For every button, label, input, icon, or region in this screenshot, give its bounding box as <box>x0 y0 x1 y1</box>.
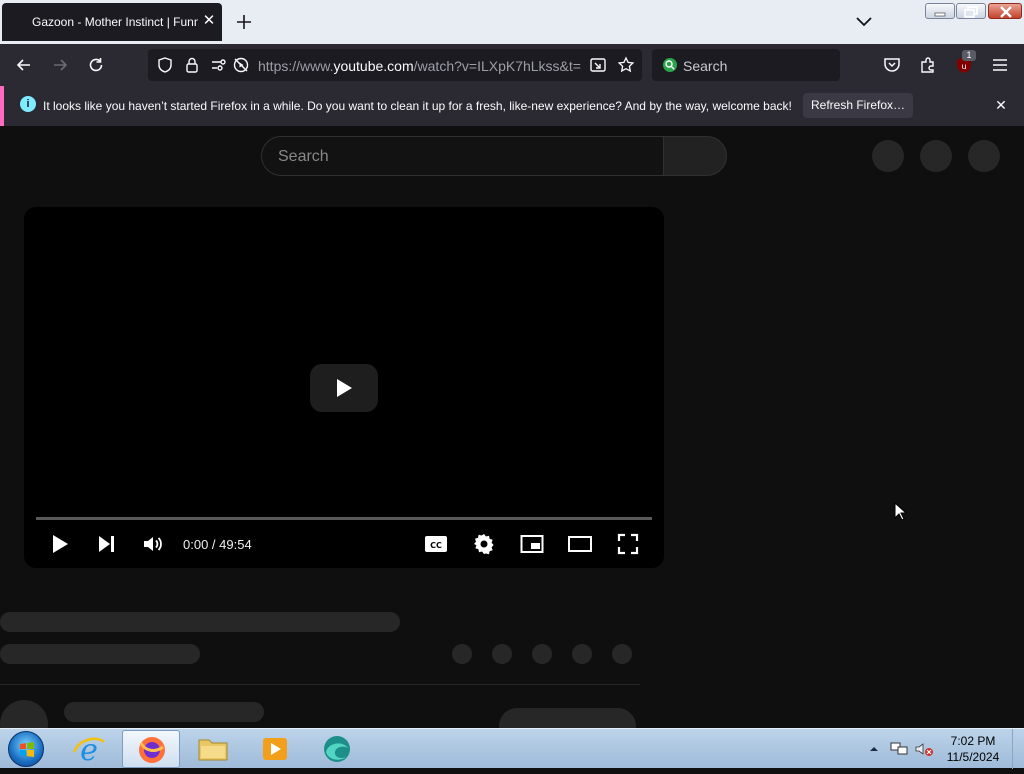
windows-taskbar: e 7:02 PM 11/5/2024 <box>0 728 1024 769</box>
bookmark-star-icon[interactable] <box>617 56 635 74</box>
browser-tab-strip: Gazoon - Mother Instinct | Funny Cartoon… <box>0 0 1024 44</box>
channel-name-skeleton <box>64 702 264 722</box>
shield-icon[interactable] <box>156 56 174 74</box>
navigation-toolbar: https://www.youtube.com/watch?v=ILXpK7hL… <box>0 44 1024 86</box>
window-close-button[interactable] <box>988 3 1022 19</box>
mouse-cursor-icon <box>894 502 906 521</box>
volume-muted-icon[interactable] <box>914 741 934 757</box>
taskbar-file-explorer[interactable] <box>184 730 242 768</box>
play-icon[interactable] <box>47 532 71 556</box>
system-clock[interactable]: 7:02 PM 11/5/2024 <box>940 733 1006 765</box>
lock-icon[interactable] <box>183 56 201 74</box>
address-bar[interactable]: https://www.youtube.com/watch?v=ILXpK7hL… <box>148 49 642 81</box>
show-hidden-icons-icon[interactable] <box>869 744 879 754</box>
search-placeholder: Search <box>683 58 728 74</box>
edge-browser-icon <box>324 736 350 762</box>
svg-text:CC: CC <box>430 541 442 550</box>
extension-badge-count: 1 <box>962 50 976 61</box>
taskbar-media-player[interactable] <box>246 730 304 768</box>
clock-time: 7:02 PM <box>950 734 996 748</box>
autoplay-blocked-icon[interactable] <box>232 56 250 74</box>
media-player-icon <box>263 738 287 760</box>
extensions-puzzle-icon[interactable] <box>918 55 938 75</box>
volume-icon[interactable] <box>141 532 165 556</box>
show-desktop-button[interactable] <box>1012 729 1024 769</box>
closed-captions-icon[interactable]: CC <box>424 532 448 556</box>
settings-gear-icon[interactable] <box>472 532 496 556</box>
action-skeleton <box>532 644 552 664</box>
subtitle-skeleton <box>0 644 200 664</box>
start-button[interactable] <box>8 731 44 767</box>
youtube-search-placeholder: Search <box>278 148 329 165</box>
window-restore-button[interactable] <box>956 3 986 19</box>
notification-bar: i It looks like you haven’t started Fire… <box>0 86 1024 126</box>
youtube-search-button[interactable] <box>663 136 727 176</box>
tab-close-icon[interactable]: ✕ <box>201 13 217 29</box>
next-icon[interactable] <box>94 532 118 556</box>
fullscreen-icon[interactable] <box>616 532 640 556</box>
youtube-search-input[interactable]: Search <box>261 136 664 176</box>
reload-icon[interactable] <box>86 55 106 75</box>
taskbar-browser-app[interactable] <box>308 730 366 768</box>
header-placeholder-circle <box>920 140 952 172</box>
browser-tab[interactable]: Gazoon - Mother Instinct | Funny Cartoon… <box>2 3 222 41</box>
info-icon: i <box>20 96 36 112</box>
network-icon[interactable] <box>890 741 908 757</box>
large-play-button[interactable] <box>310 364 378 412</box>
window-minimize-button[interactable] <box>925 3 955 19</box>
title-skeleton <box>0 612 400 632</box>
refresh-firefox-button[interactable]: Refresh Firefox… <box>803 93 913 118</box>
header-placeholder-circle <box>872 140 904 172</box>
notification-message: It looks like you haven’t started Firefo… <box>43 99 792 113</box>
svg-text:u: u <box>961 62 966 71</box>
reader-view-icon[interactable] <box>589 56 607 74</box>
clock-date: 11/5/2024 <box>946 750 1000 764</box>
divider <box>0 684 640 685</box>
pocket-icon[interactable] <box>882 55 902 75</box>
miniplayer-icon[interactable] <box>520 532 544 556</box>
close-icon[interactable]: ✕ <box>992 96 1010 114</box>
permissions-icon[interactable] <box>210 56 228 74</box>
new-tab-icon[interactable] <box>234 12 254 32</box>
windows-logo-icon <box>20 742 34 757</box>
chevron-down-icon[interactable] <box>855 14 873 28</box>
action-skeleton <box>492 644 512 664</box>
tab-title: Gazoon - Mother Instinct | Funny Cartoon… <box>32 15 198 29</box>
search-engine-icon[interactable] <box>661 56 679 74</box>
taskbar-firefox[interactable] <box>122 730 180 768</box>
theater-mode-icon[interactable] <box>568 532 592 556</box>
action-skeleton <box>572 644 592 664</box>
internet-explorer-icon: e <box>72 733 105 768</box>
video-player[interactable]: 0:00 / 49:54 CC <box>24 207 664 568</box>
url-text: https://www.youtube.com/watch?v=ILXpK7hL… <box>258 58 581 74</box>
hamburger-menu-icon[interactable] <box>990 55 1010 75</box>
action-skeleton <box>452 644 472 664</box>
video-progress-bar[interactable] <box>36 517 652 520</box>
back-arrow-icon[interactable] <box>14 55 34 75</box>
browser-search-field[interactable]: Search <box>652 49 840 81</box>
forward-arrow-icon[interactable] <box>50 55 70 75</box>
header-placeholder-circle <box>968 140 1000 172</box>
time-display: 0:00 / 49:54 <box>183 537 252 552</box>
play-icon <box>337 379 352 397</box>
taskbar-internet-explorer[interactable]: e <box>60 730 118 768</box>
action-skeleton <box>612 644 632 664</box>
firefox-icon <box>139 737 165 763</box>
folder-icon <box>198 739 228 761</box>
